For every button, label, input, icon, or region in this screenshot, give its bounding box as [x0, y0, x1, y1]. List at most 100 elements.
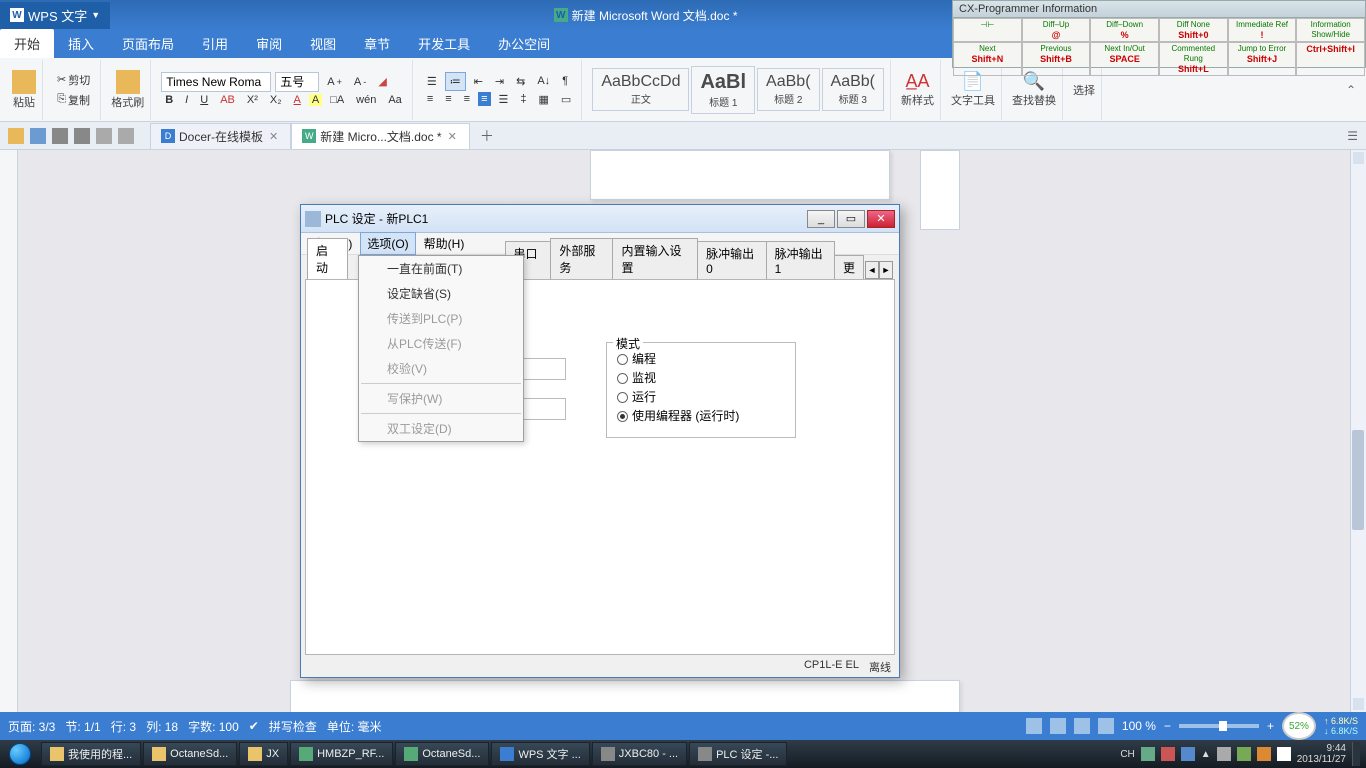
cx-cell-diffnone[interactable]: Diff NoneShift+0: [1159, 18, 1228, 42]
plc-titlebar[interactable]: PLC 设定 - 新PLC1 _ ▭ ✕: [301, 205, 899, 233]
cx-cell-prev[interactable]: PreviousShift+B: [1022, 42, 1091, 76]
tray-icon[interactable]: [1181, 747, 1195, 761]
plc-tab-startup[interactable]: 启动: [307, 238, 348, 279]
align-justify-button[interactable]: ≡: [478, 92, 490, 106]
taskbar-item[interactable]: OctaneSd...: [395, 742, 489, 766]
tab-close-icon[interactable]: ✕: [267, 130, 280, 143]
plc-tab-input[interactable]: 内置输入设置: [612, 238, 698, 279]
tray-icon[interactable]: [1237, 747, 1251, 761]
tray-icon[interactable]: [1217, 747, 1231, 761]
new-style-icon[interactable]: A̲A: [905, 71, 929, 92]
taskbar-item[interactable]: 我使用的程...: [41, 742, 141, 766]
cx-cell[interactable]: ⊣⊢: [953, 18, 1022, 42]
save-icon[interactable]: [30, 128, 46, 144]
numbering-button[interactable]: ≔: [445, 72, 466, 91]
cx-programmer-info-panel[interactable]: CX-Programmer Information ⊣⊢ Diff–Up@ Di…: [952, 0, 1366, 68]
highlight-button[interactable]: A: [309, 94, 322, 106]
network-usage-bubble[interactable]: 52%: [1282, 712, 1316, 740]
redo-icon[interactable]: [118, 128, 134, 144]
plc-opt-duplex[interactable]: 双工设定(D): [359, 416, 523, 441]
phonetic-button[interactable]: wén: [352, 92, 380, 108]
style-normal[interactable]: AaBbCcDd正文: [592, 68, 689, 111]
strike-button[interactable]: AB: [216, 92, 239, 108]
tab-start[interactable]: 开始: [0, 29, 54, 58]
view-print-icon[interactable]: [1026, 718, 1042, 734]
tray-icon[interactable]: [1161, 747, 1175, 761]
cx-cell-jump[interactable]: Jump to ErrorShift+J: [1228, 42, 1297, 76]
tab-chapter[interactable]: 章节: [350, 29, 404, 58]
status-page[interactable]: 页面: 3/3: [8, 718, 55, 735]
plc-opt-alwaysontop[interactable]: 一直在前面(T): [359, 256, 523, 281]
align-center-button[interactable]: ≡: [441, 91, 455, 107]
format-painter-label[interactable]: 格式刷: [111, 94, 144, 110]
underline-button[interactable]: U: [196, 92, 212, 108]
plc-tab-scroll-left-icon[interactable]: ◄: [865, 261, 879, 279]
status-chars[interactable]: 字数: 100: [188, 718, 239, 735]
ime-indicator[interactable]: CH: [1120, 749, 1134, 760]
tab-review[interactable]: 审阅: [242, 29, 296, 58]
plc-minimize-button[interactable]: _: [807, 210, 835, 228]
plc-opt-writeprotect[interactable]: 写保护(W): [359, 386, 523, 411]
plc-opt-verify[interactable]: 校验(V): [359, 356, 523, 381]
plc-maximize-button[interactable]: ▭: [837, 210, 865, 228]
zoom-in-button[interactable]: +: [1267, 719, 1274, 733]
vertical-ruler[interactable]: [0, 150, 18, 712]
vertical-scrollbar[interactable]: [1350, 150, 1366, 712]
tab-office[interactable]: 办公空间: [484, 29, 564, 58]
plc-tab-scroll-right-icon[interactable]: ►: [879, 261, 893, 279]
cx-cell-ctrl[interactable]: Ctrl+Shift+I: [1296, 42, 1365, 76]
tray-icon[interactable]: [1257, 747, 1271, 761]
paste-icon[interactable]: [12, 70, 36, 94]
show-marks-button[interactable]: ¶: [558, 73, 572, 89]
plc-opt-transfer-to[interactable]: 传送到PLC(P): [359, 306, 523, 331]
view-outline-icon[interactable]: [1050, 718, 1066, 734]
style-h3[interactable]: AaBb(标题 3: [822, 68, 884, 111]
volume-icon[interactable]: [1277, 747, 1291, 761]
doctab-docer[interactable]: D Docer-在线模板 ✕: [150, 123, 291, 149]
zoom-value[interactable]: 100 %: [1122, 719, 1156, 733]
tab-button[interactable]: ⇆: [512, 73, 529, 90]
scroll-up-icon[interactable]: [1353, 152, 1364, 164]
status-spell[interactable]: 拼写检查: [269, 718, 317, 735]
add-tab-button[interactable]: ＋: [470, 122, 504, 150]
format-painter-icon[interactable]: [116, 70, 140, 94]
cx-cell-comment[interactable]: Commented RungShift+L: [1159, 42, 1228, 76]
paste-label[interactable]: 粘贴: [13, 94, 35, 110]
plc-tab-external[interactable]: 外部服务: [550, 238, 613, 279]
open-icon[interactable]: [8, 128, 24, 144]
cx-cell-info[interactable]: InformationShow/Hide: [1296, 18, 1365, 42]
tab-reference[interactable]: 引用: [188, 29, 242, 58]
style-h1[interactable]: AaBl标题 1: [691, 66, 755, 114]
taskbar-item[interactable]: OctaneSd...: [143, 742, 237, 766]
start-button[interactable]: [0, 740, 40, 768]
find-replace-label[interactable]: 查找替换: [1012, 92, 1056, 108]
taskbar-clock[interactable]: 9:44 2013/11/27: [1297, 743, 1346, 765]
plc-opt-transfer-from[interactable]: 从PLC传送(F): [359, 331, 523, 356]
border-button[interactable]: ▭: [557, 91, 575, 108]
font-color-button[interactable]: A: [289, 92, 304, 108]
plc-menu-options[interactable]: 选项(O): [360, 232, 415, 255]
zoom-out-button[interactable]: −: [1164, 719, 1171, 733]
plc-tab-more[interactable]: 更: [834, 255, 864, 279]
plc-menu-help[interactable]: 帮助(H): [418, 233, 471, 254]
tab-devtools[interactable]: 开发工具: [404, 29, 484, 58]
plc-mode-useprogrammer[interactable]: 使用编程器 (运行时): [617, 406, 785, 425]
doctab-document[interactable]: W 新建 Micro...文档.doc * ✕: [291, 123, 470, 149]
decrease-font-icon[interactable]: A-: [350, 74, 370, 90]
plc-tab-pulse1[interactable]: 脉冲输出1: [766, 241, 835, 279]
cx-cell-nextio[interactable]: Next In/OutSPACE: [1090, 42, 1159, 76]
tray-icon[interactable]: [1141, 747, 1155, 761]
taskbar-item[interactable]: PLC 设定 -...: [689, 742, 787, 766]
sort-button[interactable]: A↓: [533, 73, 554, 89]
shading-button[interactable]: ▦: [535, 91, 553, 108]
cx-cell-diffup[interactable]: Diff–Up@: [1022, 18, 1091, 42]
taskbar-item[interactable]: JX: [239, 742, 288, 766]
scroll-down-icon[interactable]: [1353, 698, 1364, 710]
select-label[interactable]: 选择: [1073, 82, 1095, 98]
tray-expand-icon[interactable]: ▲: [1201, 749, 1211, 760]
cx-cell-immref[interactable]: Immediate Ref!: [1228, 18, 1297, 42]
scrollbar-thumb[interactable]: [1352, 430, 1364, 530]
tab-close-icon[interactable]: ✕: [446, 130, 459, 143]
distribute-button[interactable]: ☰: [495, 91, 513, 108]
taskbar-item[interactable]: HMBZP_RF...: [290, 742, 393, 766]
